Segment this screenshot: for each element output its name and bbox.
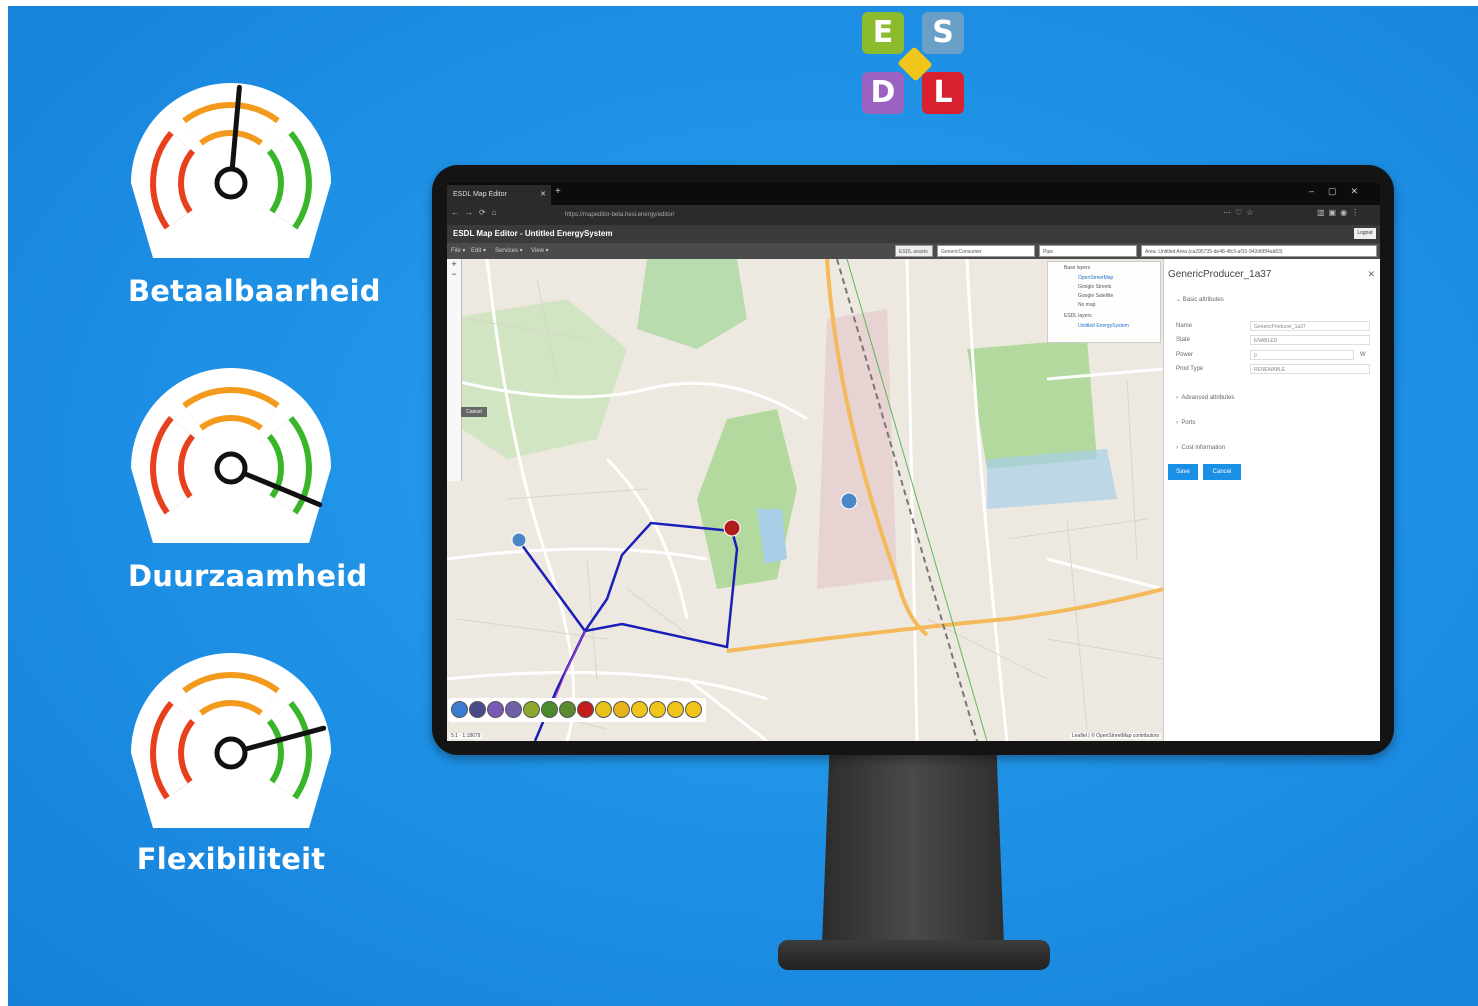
asset-type-icon[interactable] (685, 701, 702, 718)
speedometer-icon (131, 653, 331, 828)
monitor-stand-neck (822, 755, 1004, 945)
gauge-hub (214, 451, 248, 485)
section-cost-information[interactable]: › Cost information (1176, 445, 1225, 451)
app-title-bar: ESDL Map Editor - Untitled EnergySystem … (447, 225, 1380, 243)
layer-group-title: ESDL layers (1064, 313, 1092, 319)
gauge-orange-band-inner (185, 678, 277, 711)
asset-type-icon[interactable] (559, 701, 576, 718)
gauge-betaalbaarheid: Betaalbaarheid (128, 80, 381, 310)
address-input[interactable]: https://mapeditor-beta.hesi.energy/edito… (565, 209, 1245, 221)
prod-type-select[interactable]: RENEWABLE (1250, 364, 1370, 374)
gauge-orange-band-inner (185, 393, 277, 426)
consumer-marker (511, 532, 527, 548)
new-tab-icon[interactable]: + (555, 186, 561, 197)
gauge-label: Betaalbaarheid (128, 274, 381, 308)
asset-type-icon[interactable] (595, 701, 612, 718)
asset-type-icon[interactable] (541, 701, 558, 718)
asset-type-icon[interactable] (631, 701, 648, 718)
type-select[interactable]: Pipe (1039, 245, 1137, 257)
gauge-flexibiliteit: Flexibiliteit (128, 650, 334, 880)
speedometer-icon (131, 368, 331, 543)
asset-type-icon[interactable] (613, 701, 630, 718)
cancel-button[interactable]: Cancel (1203, 464, 1241, 480)
asset-type-icon[interactable] (649, 701, 666, 718)
layer-item[interactable]: Untitled EnergySystem (1078, 323, 1129, 329)
nav-arrows-icon[interactable]: ←→⟳⌂ (451, 208, 503, 217)
logo-tile-d: D (862, 72, 904, 114)
gauge-hub (214, 166, 248, 200)
close-icon[interactable]: ✕ (1367, 269, 1375, 280)
asset-properties-panel: GenericProducer_1a37 ✕ ⌄ Basic attribute… (1163, 259, 1380, 741)
field-label: Prod Type (1176, 366, 1204, 372)
section-basic-attributes[interactable]: ⌄ Basic attributes (1176, 296, 1224, 303)
gauge-hub (214, 736, 248, 770)
gauge-label: Duurzaamheid (128, 559, 368, 593)
map-scale: 5:1 · 1:18679 (449, 733, 483, 739)
layer-control[interactable]: Base layers OpenStreetMap Google Streets… (1047, 261, 1161, 343)
zoom-out-icon[interactable]: − (447, 269, 461, 279)
layer-item[interactable]: Google Satellite (1078, 293, 1113, 299)
asset-palette[interactable] (448, 698, 706, 722)
layer-item[interactable]: OpenStreetMap (1078, 275, 1113, 281)
app-title: ESDL Map Editor - Untitled EnergySystem (453, 229, 613, 238)
window-controls[interactable]: –▢✕ (1309, 186, 1372, 197)
asset-type-icon[interactable] (523, 701, 540, 718)
menu-edit[interactable]: Edit ▾ (471, 243, 486, 259)
logout-button[interactable]: Logout (1354, 228, 1376, 239)
browser-url-bar: ←→⟳⌂ https://mapeditor-beta.hesi.energy/… (447, 205, 1380, 225)
producer-marker (723, 519, 741, 537)
monitor-screen: ESDL Map Editor ✕ + –▢✕ ←→⟳⌂ https://mape… (447, 183, 1380, 741)
panel-title: GenericProducer_1a37 (1168, 269, 1272, 280)
speedometer-icon (131, 83, 331, 258)
logo-tile-e: E (862, 12, 904, 54)
esdl-assets-button[interactable]: ESDL assets (895, 245, 933, 257)
gauge-duurzaamheid: Duurzaamheid (128, 365, 368, 595)
save-button[interactable]: Save (1168, 464, 1198, 480)
gauge-orange-band-inner (185, 108, 277, 141)
close-tab-icon[interactable]: ✕ (540, 185, 546, 205)
asset-type-icon[interactable] (577, 701, 594, 718)
field-label: State (1176, 337, 1191, 343)
asset-select[interactable]: GenericConsumer (937, 245, 1035, 257)
asset-type-icon[interactable] (487, 701, 504, 718)
bookmark-icons[interactable]: ⋯♡☆ (1223, 208, 1257, 217)
zoom-in-icon[interactable]: + (447, 259, 461, 269)
toolbar-icons[interactable]: ▥▣◉⋮ (1317, 208, 1363, 217)
map-canvas[interactable]: + − Cancel Base layers OpenStreetMap Goo… (447, 259, 1163, 741)
logo-tile-s: S (922, 12, 964, 54)
gauge-label: Flexibiliteit (136, 842, 326, 876)
menu-services[interactable]: Services ▾ (495, 243, 523, 259)
browser-tab-bar: ESDL Map Editor ✕ + –▢✕ (447, 183, 1380, 205)
map-draw-toolbar[interactable]: + − (447, 259, 462, 481)
menu-file[interactable]: File ▾ (451, 243, 465, 259)
app-menu-bar: File ▾ Edit ▾ Services ▾ View ▾ ESDL ass… (447, 243, 1380, 259)
browser-tab[interactable]: ESDL Map Editor ✕ (447, 185, 551, 205)
asset-type-icon[interactable] (469, 701, 486, 718)
state-select[interactable]: ENABLED (1250, 335, 1370, 345)
power-field[interactable]: 0 (1250, 350, 1354, 360)
field-label: Name (1176, 323, 1193, 329)
name-field[interactable]: GenericProducer_1a37 (1250, 321, 1370, 331)
draw-cancel-button[interactable]: Cancel (461, 407, 487, 417)
section-ports[interactable]: › Ports (1176, 420, 1195, 426)
layer-group-title: Base layers (1064, 265, 1091, 271)
field-label: Power (1176, 352, 1194, 358)
asset-type-icon[interactable] (667, 701, 684, 718)
asset-type-icon[interactable] (451, 701, 468, 718)
layer-item[interactable]: Google Streets (1078, 284, 1111, 290)
power-unit: W (1360, 352, 1366, 358)
area-select[interactable]: Area: Untitled Area (ca295735-de48-4fc3-… (1141, 245, 1377, 257)
section-advanced-attributes[interactable]: › Advanced attributes (1176, 395, 1234, 401)
layer-item[interactable]: No map (1078, 302, 1096, 308)
asset-type-icon[interactable] (505, 701, 522, 718)
consumer-marker (840, 492, 858, 510)
map-attribution: Leaflet | © OpenStreetMap contributors (1070, 733, 1161, 739)
esdl-logo: E S D L (862, 12, 968, 116)
logo-tile-l: L (922, 72, 964, 114)
menu-view[interactable]: View ▾ (531, 243, 549, 259)
monitor-stand-base (778, 940, 1050, 970)
